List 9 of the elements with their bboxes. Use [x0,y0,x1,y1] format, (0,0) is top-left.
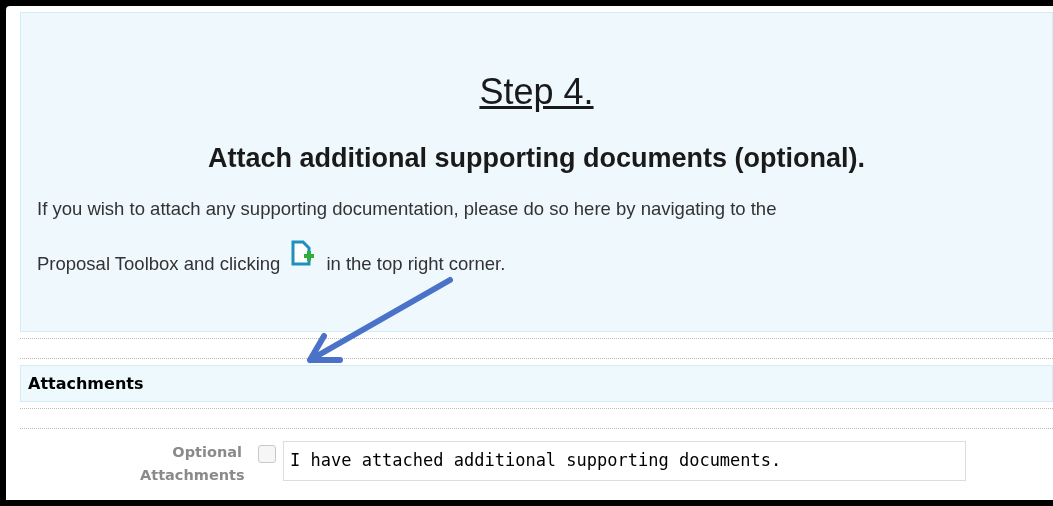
checkbox[interactable] [258,445,276,463]
instruction-text: Proposal Toolbox and clicking [37,252,281,276]
section-title: Attachments [28,372,144,395]
instruction-text: in the top right corner. [326,252,506,276]
field-label: Optional Attachments [139,443,242,485]
step-title: Step 4. [479,71,594,113]
section-heading: Attach additional supporting documents (optional). [208,142,865,175]
checkbox-label[interactable]: I have attached additional supporting documents. [283,441,966,481]
instruction-text: If you wish to attach any supporting documentation, please do so here by navigating to the [37,197,777,221]
